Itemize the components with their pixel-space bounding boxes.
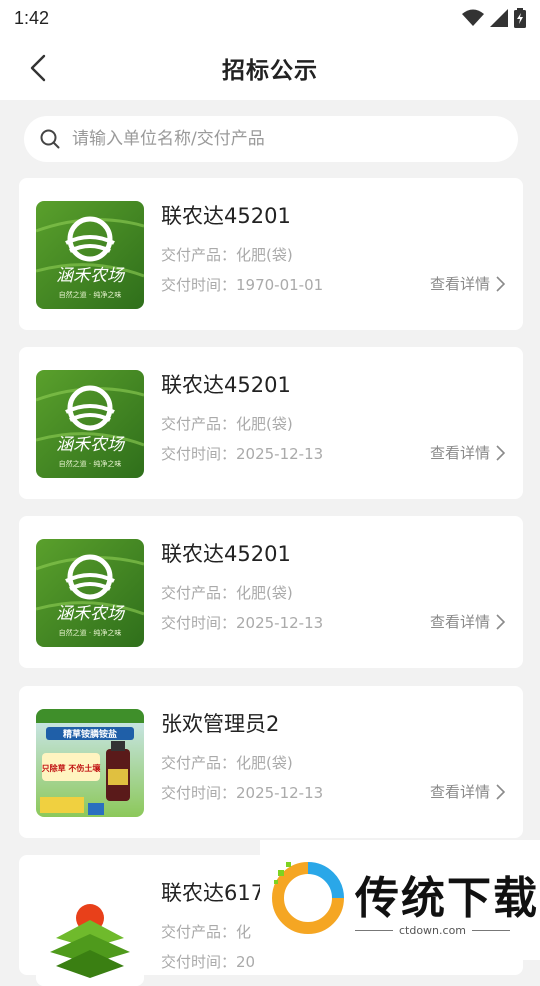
item-time: 交付时间：1970-01-01 xyxy=(161,276,324,294)
farm-logo-subtext: 自然之道 · 纯净之味 xyxy=(59,290,122,299)
view-details-link[interactable]: 查看详情 xyxy=(430,611,505,632)
view-details-link[interactable]: 查看详情 xyxy=(430,273,505,294)
item-title: 联农达45201 xyxy=(161,542,291,566)
item-time: 交付时间：20 xyxy=(161,953,256,971)
item-product: 交付产品：化肥(袋) xyxy=(161,415,293,433)
farm-logo-text: 涵禾农场 xyxy=(56,435,126,455)
watermark-overlay: 传统下载 ctdown.com xyxy=(260,840,540,960)
signal-icon xyxy=(490,9,508,27)
farm-logo-subtext: 自然之道 · 纯净之味 xyxy=(59,459,122,468)
view-details-label: 查看详情 xyxy=(429,444,490,462)
app-header: 招标公示 xyxy=(0,36,540,100)
item-title: 联农达45201 xyxy=(161,373,291,397)
item-title: 联农达45201 xyxy=(161,204,291,228)
ad-slogan-text: 只除草 不伤土壤 xyxy=(42,763,102,773)
farm-logo-image: 涵禾农场 自然之道 · 纯净之味 xyxy=(36,370,144,478)
product-ad-image: 精草铵膦铵盐 只除草 不伤土壤 xyxy=(36,709,144,817)
chevron-right-icon xyxy=(496,275,505,292)
item-time: 交付时间：2025-12-13 xyxy=(161,614,324,632)
status-icons xyxy=(462,8,526,28)
list-item[interactable]: 涵禾农场 自然之道 · 纯净之味 联农达45201 交付产品：化肥(袋) 交付时… xyxy=(19,516,523,668)
farm-logo-text: 涵禾农场 xyxy=(56,266,126,286)
view-details-label: 查看详情 xyxy=(429,275,490,293)
list-item[interactable]: 涵禾农场 自然之道 · 纯净之味 联农达45201 交付产品：化肥(袋) 交付时… xyxy=(19,347,523,499)
item-product: 交付产品：化肥(袋) xyxy=(161,246,293,264)
search-input[interactable] xyxy=(70,128,494,150)
view-details-link[interactable]: 查看详情 xyxy=(430,442,505,463)
item-title: 张欢管理员2 xyxy=(161,712,280,736)
search-icon xyxy=(40,129,60,149)
back-button[interactable] xyxy=(20,50,56,86)
chevron-left-icon xyxy=(30,54,46,82)
status-bar: 1:42 xyxy=(0,0,540,36)
view-details-link[interactable]: 查看详情 xyxy=(430,781,505,802)
view-details-label: 查看详情 xyxy=(429,613,490,631)
ad-title-text: 精草铵膦铵盐 xyxy=(63,728,117,740)
green-book-logo-image xyxy=(36,878,144,986)
chevron-right-icon xyxy=(496,613,505,630)
item-title: 联农达617 xyxy=(161,881,265,905)
list-item[interactable]: 涵禾农场 自然之道 · 纯净之味 联农达45201 交付产品：化肥(袋) 交付时… xyxy=(19,178,523,330)
watermark-divider-right xyxy=(472,930,510,931)
list-item[interactable]: 精草铵膦铵盐 只除草 不伤土壤 张欢管理员2 交付产品：化肥(袋) 交付时间：2… xyxy=(19,686,523,838)
item-product: 交付产品：化 xyxy=(161,923,252,941)
item-time: 交付时间：2025-12-13 xyxy=(161,445,324,463)
chevron-right-icon xyxy=(496,444,505,461)
farm-logo-image: 涵禾农场 自然之道 · 纯净之味 xyxy=(36,201,144,309)
battery-icon xyxy=(514,8,526,28)
page-title: 招标公示 xyxy=(222,58,318,84)
item-time: 交付时间：2025-12-13 xyxy=(161,784,324,802)
view-details-label: 查看详情 xyxy=(429,783,490,801)
status-time: 1:42 xyxy=(14,7,50,28)
chevron-right-icon xyxy=(496,783,505,800)
item-product: 交付产品：化肥(袋) xyxy=(161,584,293,602)
watermark-text: 传统下载 xyxy=(355,873,539,924)
search-bar[interactable] xyxy=(24,116,518,162)
wifi-icon xyxy=(462,9,484,26)
farm-logo-subtext: 自然之道 · 纯净之味 xyxy=(59,628,122,637)
item-product: 交付产品：化肥(袋) xyxy=(161,754,293,772)
farm-logo-image: 涵禾农场 自然之道 · 纯净之味 xyxy=(36,539,144,647)
watermark-logo-icon xyxy=(272,862,344,934)
farm-logo-text: 涵禾农场 xyxy=(56,604,126,624)
